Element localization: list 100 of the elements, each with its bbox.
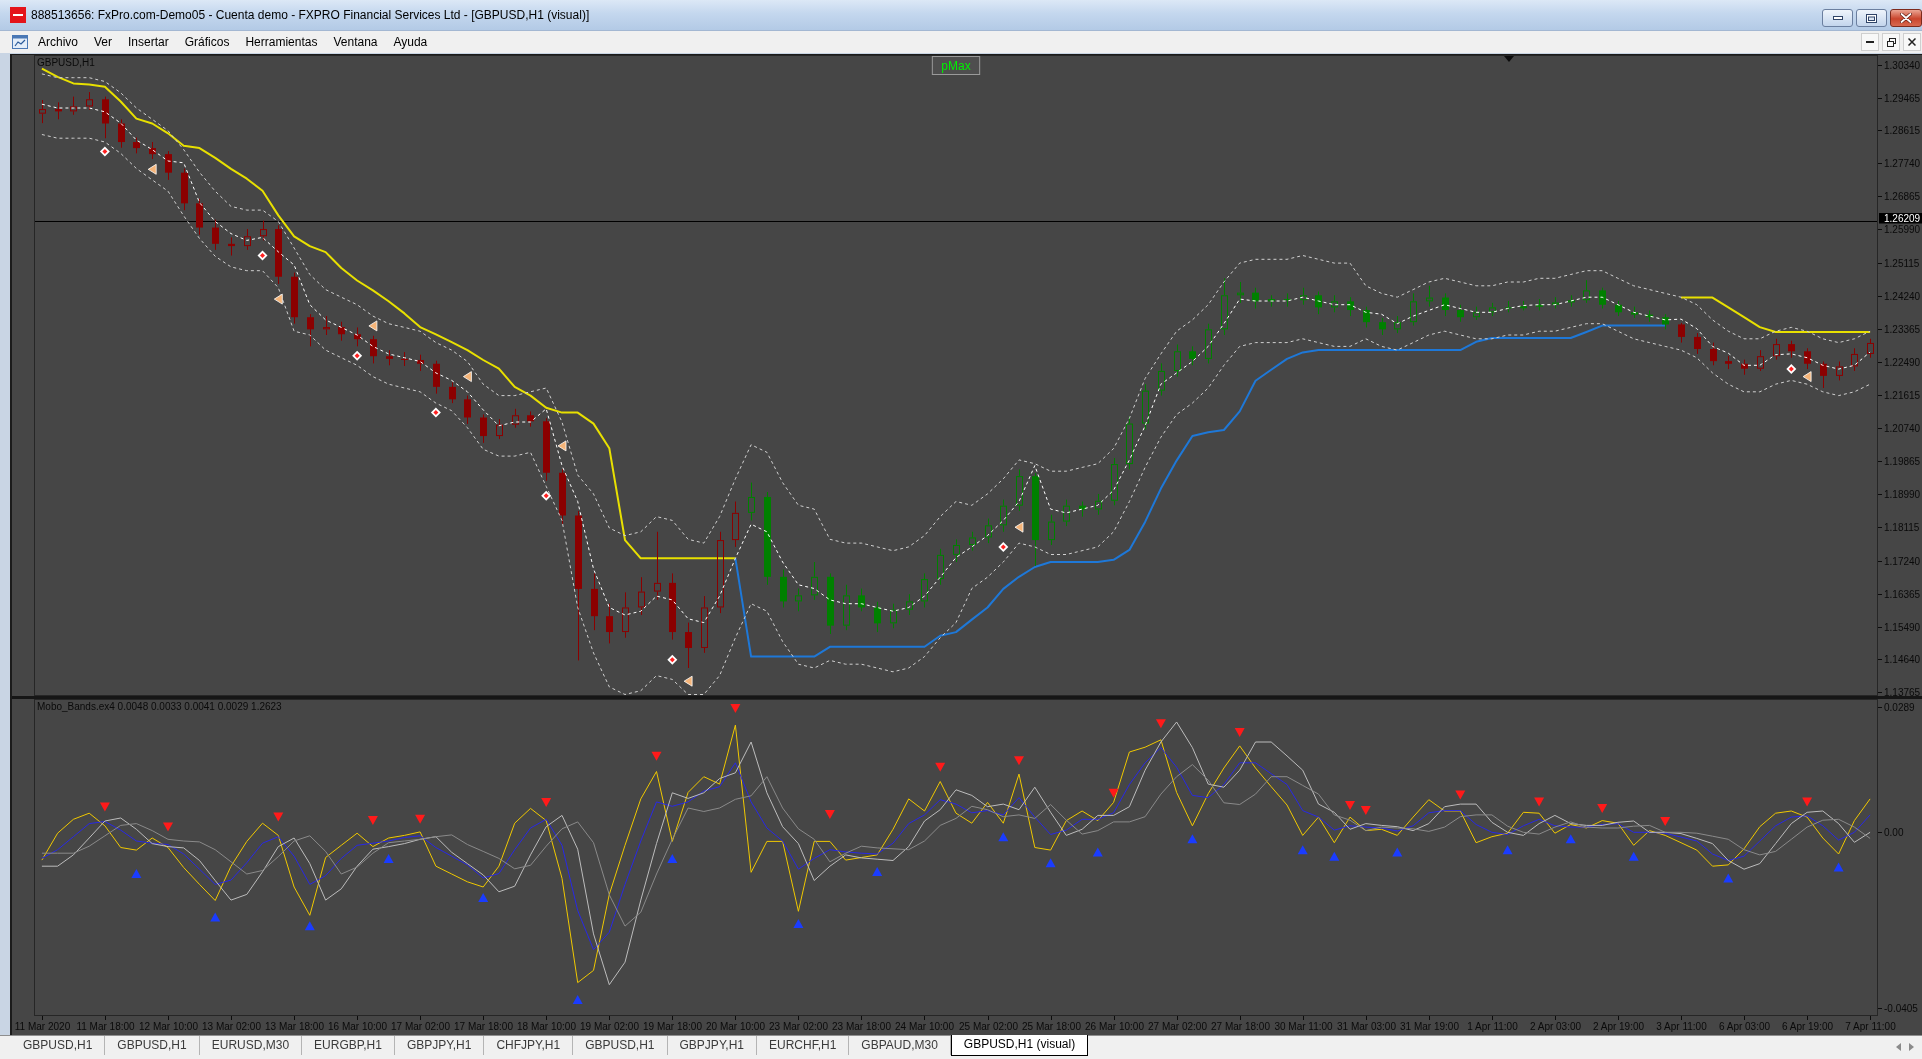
indicator-title: Mobo_Bands.ex4 0.0048 0.0033 0.0041 0.0029 1.2623 [37, 701, 282, 712]
triangle-marker-icon [463, 371, 472, 382]
menu-item[interactable]: Insertar [120, 33, 177, 51]
diamond-marker-icon [1786, 364, 1797, 375]
price-axis-label: 1.17240 [1884, 556, 1921, 567]
down-triangle-icon [824, 810, 835, 819]
up-triangle-icon [1833, 862, 1844, 872]
up-triangle-icon [872, 866, 883, 876]
price-axis-label: 1.21615 [1884, 390, 1921, 401]
chart-tab[interactable]: GBPAUD,M30 [849, 1036, 951, 1055]
chart-window-icon[interactable] [12, 35, 28, 49]
down-triangle-icon [163, 822, 173, 832]
price-axis-label: 1.15490 [1884, 622, 1921, 633]
chart-text-label: pMax [931, 56, 981, 75]
diamond-marker-icon [541, 490, 552, 501]
down-triangle-icon [1360, 806, 1371, 816]
diamond-marker-icon [99, 146, 110, 157]
minimize-icon [1832, 16, 1843, 20]
close-button[interactable] [1890, 9, 1922, 27]
down-triangle-icon [1534, 797, 1545, 807]
menu-item[interactable]: Ver [86, 33, 121, 51]
down-triangle-icon [541, 797, 552, 807]
time-axis-label: 31 Mar 03:00 [1337, 1021, 1396, 1032]
time-axis-label: 13 Mar 18:00 [265, 1021, 324, 1032]
app-logo-icon [10, 7, 26, 23]
up-triangle-icon [1329, 851, 1340, 861]
menu-item[interactable]: Ayuda [385, 33, 436, 51]
up-triangle-icon [1297, 845, 1308, 855]
menu-item[interactable]: Herramientas [237, 33, 326, 51]
triangle-marker-icon [557, 440, 567, 452]
triangle-marker-icon [683, 675, 693, 687]
up-triangle-icon [1092, 847, 1103, 857]
triangle-marker-icon [273, 293, 283, 305]
price-axis-label: 1.26865 [1884, 191, 1921, 202]
triangle-marker-icon [1014, 521, 1024, 533]
chart-tab[interactable]: GBPUSD,H1 (visual) [950, 1035, 1089, 1056]
price-axis-label: 1.13765 [1884, 687, 1921, 696]
triangle-marker-icon [368, 320, 378, 332]
up-triangle-icon [383, 853, 394, 863]
window-title: 888513656: FxPro.com-Demo05 - Cuenta demo - FXPRO Financial Services Ltd - [GBPUSD,H1 (visual)] [31, 8, 591, 22]
chart-tab[interactable]: EURGBP,H1 [302, 1036, 395, 1055]
up-triangle-icon [1565, 834, 1576, 844]
price-axis-label: 1.20740 [1884, 423, 1921, 434]
up-triangle-icon [1045, 858, 1056, 868]
price-axis-label: 1.23365 [1884, 324, 1921, 335]
up-triangle-icon [304, 921, 315, 931]
chart-tab[interactable]: CHFJPY,H1 [484, 1036, 574, 1055]
price-axis-label: 1.19865 [1884, 456, 1921, 467]
down-triangle-icon [1014, 756, 1024, 766]
chart-tab[interactable]: GBPUSD,H1 [573, 1036, 668, 1055]
triangle-marker-icon [1802, 371, 1812, 382]
restore-button[interactable] [1882, 33, 1900, 51]
down-triangle-icon [1108, 788, 1119, 798]
chart-tab[interactable]: GBPJPY,H1 [394, 1036, 485, 1055]
down-triangle-icon [651, 751, 662, 761]
down-triangle-icon [1345, 800, 1355, 810]
menu-item[interactable]: Ventana [325, 33, 386, 51]
down-triangle-icon [1455, 790, 1466, 800]
close-icon [1900, 13, 1912, 23]
menu-item[interactable]: Archivo [30, 33, 86, 51]
price-axis-label: 1.30340 [1884, 60, 1921, 71]
chart-tab[interactable]: EURCHF,H1 [757, 1036, 850, 1055]
up-triangle-icon [1392, 847, 1403, 857]
chart-tab[interactable]: GBPJPY,H1 [667, 1036, 757, 1055]
diamond-marker-icon [430, 407, 441, 418]
annotation: pMax [941, 59, 971, 73]
close-icon [1908, 38, 1916, 46]
down-triangle-icon [1234, 727, 1245, 737]
triangle-marker-icon [147, 163, 157, 175]
time-axis-label: 23 Mar 18:00 [832, 1021, 891, 1032]
chart-tab[interactable]: EURUSD,M30 [199, 1036, 303, 1055]
up-triangle-icon [667, 853, 678, 863]
diamond-marker-icon [667, 654, 678, 665]
time-axis-label: 13 Mar 02:00 [202, 1021, 261, 1032]
up-triangle-icon [1723, 873, 1734, 883]
up-triangle-icon [210, 912, 221, 922]
left-triangle-icon[interactable] [1896, 1043, 1901, 1051]
price-axis-label: 1.28615 [1884, 125, 1921, 136]
chart-tab[interactable]: GBPUSD,H1 [11, 1036, 106, 1055]
menu-item[interactable]: Gráficos [176, 33, 238, 51]
diamond-marker-icon [257, 250, 268, 261]
minimize-button[interactable] [1822, 9, 1853, 27]
down-triangle-icon [273, 812, 284, 822]
value-axis-label: -0.0405 [1884, 1003, 1918, 1014]
minimize-icon [1866, 41, 1874, 43]
chart-tab[interactable]: GBPUSD,H1 [105, 1036, 200, 1055]
down-triangle-icon [935, 762, 946, 772]
up-triangle-icon [793, 919, 804, 928]
up-triangle-icon [478, 893, 489, 902]
price-axis-label: 1.24240 [1884, 291, 1921, 302]
down-triangle-icon [1155, 719, 1166, 729]
maximize-button[interactable] [1856, 9, 1887, 27]
up-triangle-icon [131, 869, 142, 879]
price-axis-label: 1.27740 [1884, 158, 1921, 169]
right-triangle-icon[interactable] [1909, 1043, 1914, 1051]
time-axis-label: 25 Mar 18:00 [1022, 1021, 1081, 1032]
down-triangle-icon [1802, 797, 1813, 807]
down-triangle-icon [1597, 803, 1608, 813]
chart-title: GBPUSD,H1 [37, 57, 95, 68]
up-triangle-icon [1628, 851, 1639, 861]
